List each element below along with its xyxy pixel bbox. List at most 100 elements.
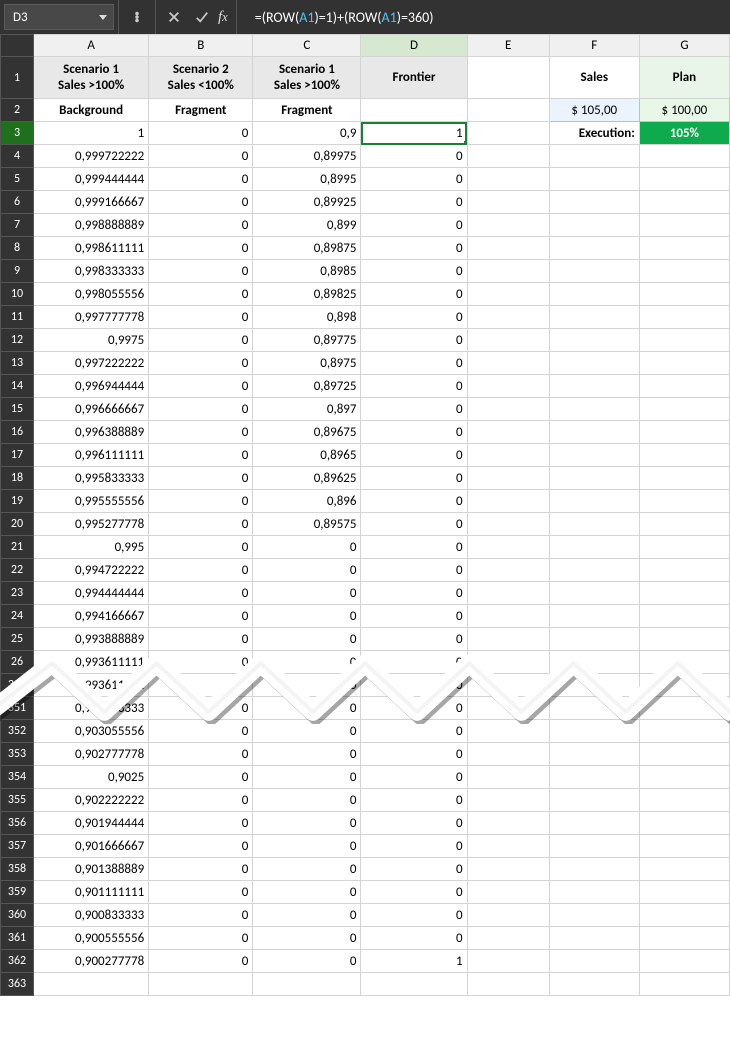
row-header[interactable]: 9: [1, 260, 34, 283]
cell[interactable]: 0: [149, 306, 253, 329]
more-icon[interactable]: [123, 0, 151, 34]
row-header[interactable]: 7: [1, 214, 34, 237]
cell[interactable]: 0,8995: [253, 168, 361, 191]
row-header[interactable]: 2: [1, 99, 34, 122]
cell[interactable]: 0,995833333: [34, 467, 149, 490]
cell[interactable]: 0,897: [253, 398, 361, 421]
cell[interactable]: [467, 559, 549, 582]
cell[interactable]: [639, 352, 729, 375]
cell[interactable]: [549, 950, 639, 973]
select-all-corner[interactable]: [1, 35, 34, 57]
cell[interactable]: 0,900555556: [34, 927, 149, 950]
cell[interactable]: 0: [149, 145, 253, 168]
cell[interactable]: [467, 490, 549, 513]
col-header-c[interactable]: C: [253, 35, 361, 57]
cell[interactable]: [639, 306, 729, 329]
cell[interactable]: 1: [34, 122, 149, 145]
cell[interactable]: 0: [361, 237, 467, 260]
cell[interactable]: 0,899: [253, 214, 361, 237]
cell[interactable]: 0: [253, 766, 361, 789]
cell[interactable]: [549, 306, 639, 329]
row-header[interactable]: 24: [1, 605, 34, 628]
cell[interactable]: 0,997222222: [34, 352, 149, 375]
cell[interactable]: [467, 57, 549, 99]
cell[interactable]: 0: [361, 835, 467, 858]
row-header[interactable]: 12: [1, 329, 34, 352]
cell[interactable]: [549, 398, 639, 421]
cell[interactable]: 0,993611111: [34, 674, 149, 697]
cell[interactable]: [639, 260, 729, 283]
cell[interactable]: [549, 789, 639, 812]
cell[interactable]: 0,996666667: [34, 398, 149, 421]
cell[interactable]: 0: [149, 122, 253, 145]
cancel-icon[interactable]: [160, 0, 188, 34]
cell[interactable]: 0: [361, 490, 467, 513]
cell[interactable]: [639, 536, 729, 559]
cell[interactable]: [467, 674, 549, 697]
cell[interactable]: [639, 283, 729, 306]
cell[interactable]: [639, 973, 729, 996]
cell[interactable]: 0: [149, 283, 253, 306]
cell[interactable]: 0: [149, 743, 253, 766]
cell[interactable]: 0: [253, 536, 361, 559]
cell[interactable]: [639, 145, 729, 168]
cell[interactable]: [467, 536, 549, 559]
cell[interactable]: [549, 858, 639, 881]
cell[interactable]: 0,995: [34, 536, 149, 559]
cell[interactable]: [549, 674, 639, 697]
cell[interactable]: 0,89775: [253, 329, 361, 352]
cell[interactable]: [639, 191, 729, 214]
cell[interactable]: [639, 490, 729, 513]
cell[interactable]: [467, 605, 549, 628]
cell[interactable]: [467, 582, 549, 605]
enter-icon[interactable]: [188, 0, 216, 34]
cell[interactable]: [639, 582, 729, 605]
row-header[interactable]: 350: [1, 674, 34, 697]
cell[interactable]: 0: [253, 904, 361, 927]
row-header[interactable]: 361: [1, 927, 34, 950]
fx-icon[interactable]: fx: [216, 0, 232, 34]
row-header[interactable]: 17: [1, 444, 34, 467]
row-header[interactable]: 11: [1, 306, 34, 329]
cell[interactable]: [639, 720, 729, 743]
grid[interactable]: A B C D E F G 1Scenario 1Sales >100%Scen…: [0, 34, 730, 996]
cell[interactable]: [549, 536, 639, 559]
cell[interactable]: 0: [149, 237, 253, 260]
cell[interactable]: [639, 743, 729, 766]
cell[interactable]: 0: [361, 674, 467, 697]
cell[interactable]: 0: [149, 858, 253, 881]
cell[interactable]: [549, 927, 639, 950]
cell[interactable]: 0: [253, 582, 361, 605]
cell[interactable]: 0: [149, 490, 253, 513]
cell[interactable]: 0: [149, 329, 253, 352]
cell[interactable]: [639, 950, 729, 973]
cell[interactable]: [467, 628, 549, 651]
row-header[interactable]: 358: [1, 858, 34, 881]
cell[interactable]: 0: [149, 881, 253, 904]
col-header-b[interactable]: B: [149, 35, 253, 57]
cell[interactable]: [639, 444, 729, 467]
cell[interactable]: [467, 973, 549, 996]
cell[interactable]: 0,998611111: [34, 237, 149, 260]
selected-cell[interactable]: 1: [361, 122, 467, 145]
cell[interactable]: 0,8965: [253, 444, 361, 467]
cell[interactable]: 0,900277778: [34, 950, 149, 973]
subheader-fragment-b[interactable]: Fragment: [149, 99, 253, 122]
cell[interactable]: [639, 789, 729, 812]
cell[interactable]: 0,89825: [253, 283, 361, 306]
cell[interactable]: 0: [149, 651, 253, 674]
cell[interactable]: 0: [361, 628, 467, 651]
row-header[interactable]: 25: [1, 628, 34, 651]
cell[interactable]: 0: [361, 444, 467, 467]
cell[interactable]: 0: [361, 467, 467, 490]
cell[interactable]: 0: [149, 835, 253, 858]
cell[interactable]: 0: [149, 697, 253, 720]
row-header[interactable]: 360: [1, 904, 34, 927]
cell[interactable]: 0,995555556: [34, 490, 149, 513]
cell[interactable]: [467, 950, 549, 973]
cell[interactable]: 0,901666667: [34, 835, 149, 858]
header-sales[interactable]: Sales: [549, 57, 639, 99]
plan-value[interactable]: $ 100,00: [639, 99, 729, 122]
col-header-a[interactable]: A: [34, 35, 149, 57]
cell[interactable]: [549, 559, 639, 582]
